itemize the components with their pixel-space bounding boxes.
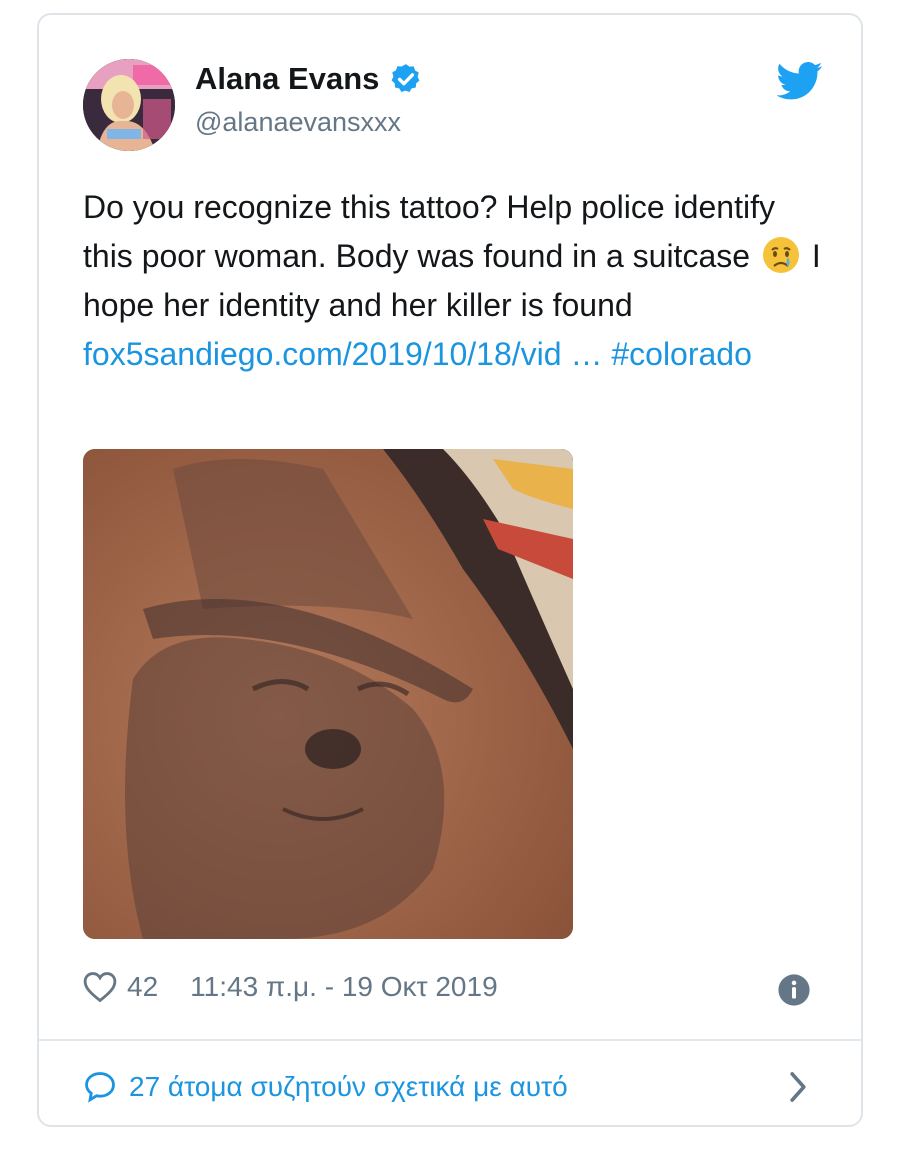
divider bbox=[39, 1039, 861, 1041]
chevron-right-icon[interactable] bbox=[787, 1071, 809, 1103]
author-handle[interactable]: @alanaevansxxx bbox=[195, 107, 401, 138]
author-name[interactable]: Alana Evans bbox=[195, 61, 379, 97]
author-name-row: Alana Evans bbox=[195, 61, 423, 97]
tweet-text: Do you recognize this tattoo? Help polic… bbox=[83, 183, 823, 379]
tweet-image[interactable] bbox=[83, 449, 573, 939]
tweet-card: Alana Evans @alanaevansxxx Do you recogn… bbox=[37, 13, 863, 1127]
discussion-text[interactable]: 27 άτομα συζητούν σχετικά με αυτό bbox=[129, 1071, 568, 1103]
tweet-meta: 42 11:43 π.μ. - 19 Οκτ 2019 bbox=[83, 967, 823, 1007]
tweet-text-part1: Do you recognize this tattoo? Help polic… bbox=[83, 189, 775, 274]
crying-face-icon bbox=[762, 237, 799, 273]
verified-badge-icon bbox=[391, 64, 420, 93]
hashtag-link[interactable]: #colorado bbox=[611, 336, 752, 372]
article-link[interactable]: fox5sandiego.com/2019/10/18/vid … bbox=[83, 336, 602, 372]
timestamp[interactable]: 11:43 π.μ. - 19 Οκτ 2019 bbox=[190, 971, 498, 1003]
heart-icon[interactable] bbox=[83, 971, 117, 1003]
speech-bubble-icon bbox=[85, 1072, 115, 1103]
info-icon[interactable] bbox=[777, 973, 811, 1007]
twitter-bird-icon[interactable] bbox=[777, 61, 823, 101]
avatar[interactable] bbox=[83, 59, 175, 151]
like-count[interactable]: 42 bbox=[127, 971, 158, 1003]
discussion-row[interactable]: 27 άτομα συζητούν σχετικά με αυτό bbox=[83, 1065, 823, 1109]
